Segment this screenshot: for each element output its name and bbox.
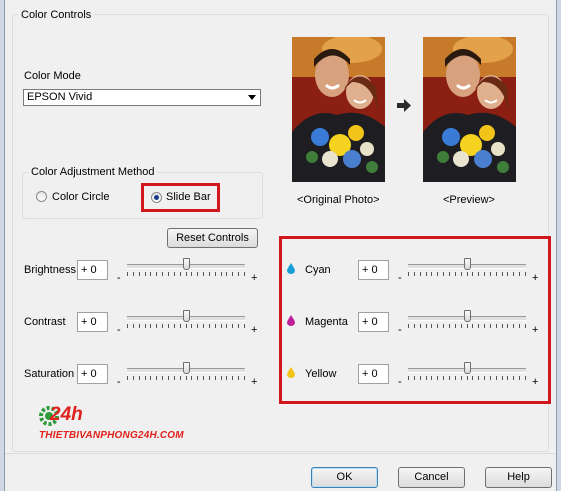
cyan-drop-shape — [287, 263, 295, 274]
cyan-slider-thumb[interactable] — [464, 258, 471, 270]
contrast-label: Contrast — [24, 316, 66, 328]
cyan-label: Cyan — [305, 264, 331, 276]
saturation-label: Saturation — [24, 368, 75, 380]
help-button[interactable]: Help — [485, 467, 552, 488]
preview-photo — [423, 37, 516, 182]
adjustment-method-title: Color Adjustment Method — [29, 166, 157, 178]
dropdown-arrow-icon[interactable] — [248, 95, 256, 100]
brightness-label: Brightness — [24, 264, 76, 276]
yellow-plus-label: + — [532, 376, 539, 388]
color-controls-title: Color Controls — [18, 9, 95, 21]
saturation-minus-label: - — [117, 376, 121, 388]
saturation-input[interactable]: + 0 — [77, 364, 108, 384]
brightness-input[interactable]: + 0 — [77, 260, 108, 280]
bottom-separator — [5, 453, 555, 454]
window-frame-left — [0, 0, 5, 491]
color-circle-radio[interactable] — [36, 191, 47, 202]
yellow-drop-shape — [287, 367, 295, 378]
cyan-input[interactable]: + 0 — [358, 260, 389, 280]
brightness-plus-label: + — [251, 272, 258, 284]
yellow-label: Yellow — [305, 368, 337, 380]
slide-bar-label[interactable]: Slide Bar — [166, 191, 211, 203]
yellow-slider-ticks — [408, 376, 526, 380]
magenta-slider-thumb[interactable] — [464, 310, 471, 322]
color-mode-label: Color Mode — [24, 70, 81, 82]
ok-button[interactable]: OK — [311, 467, 378, 488]
window-frame-right — [556, 0, 561, 491]
color-mode-select[interactable]: EPSON Vivid — [23, 89, 261, 106]
contrast-input[interactable]: + 0 — [77, 312, 108, 332]
yellow-input[interactable]: + 0 — [358, 364, 389, 384]
contrast-slider-ticks — [127, 324, 245, 328]
magenta-minus-label: - — [398, 324, 402, 336]
saturation-plus-label: + — [251, 376, 258, 388]
magenta-drop-icon — [287, 315, 295, 326]
original-photo-label: <Original Photo> — [297, 194, 380, 206]
watermark-text: THIETBIVANPHONG24H.COM — [39, 430, 184, 441]
color-mode-value: EPSON Vivid — [27, 91, 93, 103]
color-circle-label[interactable]: Color Circle — [52, 191, 109, 203]
magenta-plus-label: + — [532, 324, 539, 336]
magenta-drop-shape — [287, 315, 295, 326]
cancel-button[interactable]: Cancel — [398, 467, 465, 488]
yellow-drop-icon — [287, 367, 295, 378]
brightness-minus-label: - — [117, 272, 121, 284]
cyan-slider-ticks — [408, 272, 526, 276]
saturation-slider-thumb[interactable] — [183, 362, 190, 374]
saturation-slider-ticks — [127, 376, 245, 380]
preview-label: <Preview> — [443, 194, 495, 206]
contrast-plus-label: + — [251, 324, 258, 336]
right-arrow-icon — [397, 99, 411, 112]
cyan-minus-label: - — [398, 272, 402, 284]
reset-controls-button[interactable]: Reset Controls — [167, 228, 258, 248]
contrast-slider-thumb[interactable] — [183, 310, 190, 322]
logo-24h: 24h — [50, 404, 83, 425]
yellow-minus-label: - — [398, 376, 402, 388]
brightness-slider-thumb[interactable] — [183, 258, 190, 270]
cyan-plus-label: + — [532, 272, 539, 284]
slide-bar-radio[interactable] — [151, 192, 162, 203]
contrast-minus-label: - — [117, 324, 121, 336]
original-photo — [292, 37, 385, 182]
magenta-input[interactable]: + 0 — [358, 312, 389, 332]
magenta-label: Magenta — [305, 316, 348, 328]
yellow-slider-thumb[interactable] — [464, 362, 471, 374]
brightness-slider-ticks — [127, 272, 245, 276]
magenta-slider-ticks — [408, 324, 526, 328]
cyan-drop-icon — [287, 263, 295, 274]
